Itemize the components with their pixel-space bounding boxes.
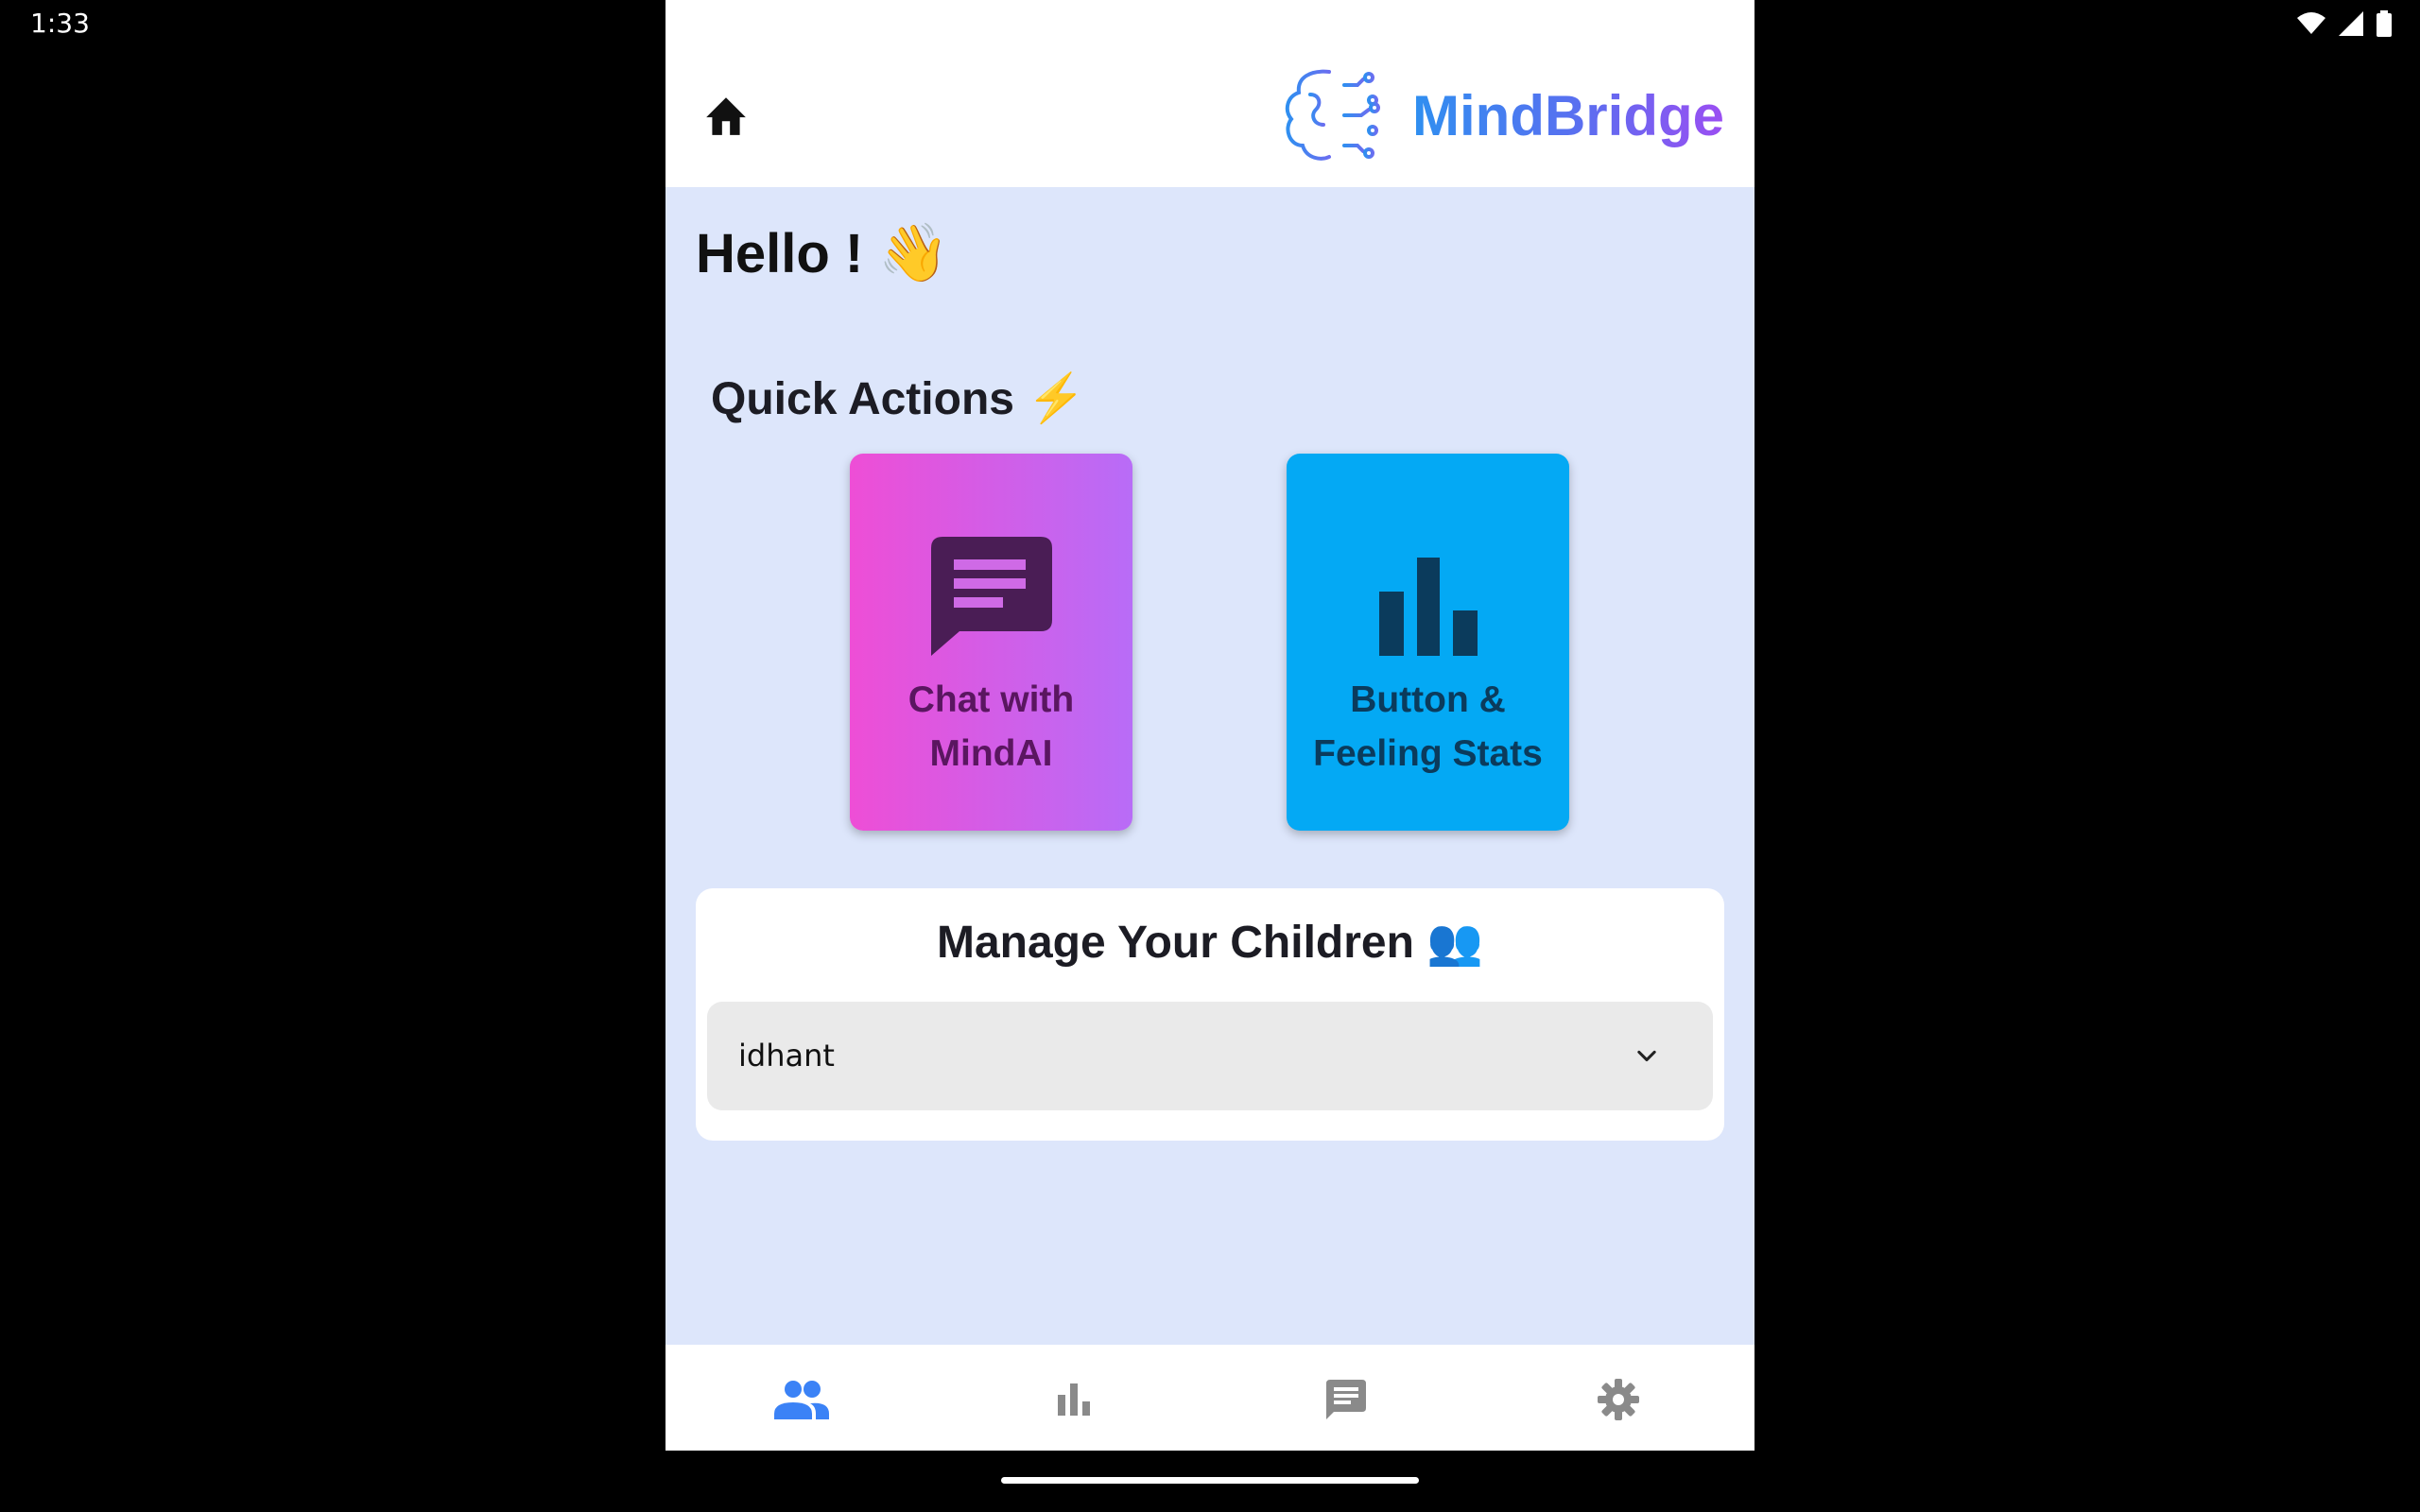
manage-children-title: Manage Your Children 👥: [696, 915, 1724, 969]
bottom-nav: [666, 1345, 1754, 1451]
signal-icon: [2339, 11, 2363, 36]
home-button[interactable]: [700, 89, 752, 142]
people-icon: [774, 1381, 829, 1419]
settings-icon: [1598, 1379, 1639, 1420]
card-icon-wrap: [1378, 527, 1478, 656]
stats-card-label: Button & Feeling Stats: [1305, 673, 1551, 781]
app-header: MindBridge: [666, 0, 1754, 187]
manage-children-panel: Manage Your Children 👥 idhant: [696, 888, 1724, 1141]
greeting-text: Hello !: [696, 223, 864, 284]
lightning-emoji: ⚡: [1027, 371, 1086, 424]
chat-with-mindai-card[interactable]: Chat with MindAI: [850, 454, 1132, 831]
nav-item-chat[interactable]: [1316, 1373, 1376, 1426]
chat-icon: [1326, 1380, 1366, 1419]
bar-chart-icon: [1058, 1383, 1090, 1416]
quick-actions-heading: Quick Actions ⚡: [711, 370, 1086, 426]
nav-item-children[interactable]: [771, 1373, 832, 1426]
battery-icon: [2377, 10, 2392, 37]
app-screen: MindBridge Hello ! 👋 Quick Actions ⚡ Cha…: [666, 0, 1754, 1451]
chat-card-label-line1: Chat with: [908, 679, 1075, 720]
bar-chart-icon: [1378, 558, 1478, 656]
brain-circuit-icon: [1285, 69, 1381, 161]
gesture-handle[interactable]: [1001, 1477, 1419, 1484]
wifi-icon: [2297, 12, 2325, 34]
status-icons: [2297, 9, 2392, 38]
stats-card-label-line1: Button &: [1350, 679, 1506, 720]
people-emoji: 👥: [1426, 918, 1484, 968]
quick-actions-title: Quick Actions: [711, 374, 1014, 424]
stats-card-label-line2: Feeling Stats: [1313, 733, 1543, 774]
nav-item-settings[interactable]: [1588, 1373, 1649, 1426]
wave-emoji: 👋: [878, 221, 950, 284]
card-icon-wrap: [930, 527, 1052, 656]
nav-item-stats[interactable]: [1044, 1373, 1104, 1426]
greeting: Hello ! 👋: [696, 219, 949, 286]
home-icon: [706, 97, 746, 135]
chat-card-label: Chat with MindAI: [869, 673, 1115, 781]
status-time: 1:33: [30, 8, 90, 39]
child-dropdown[interactable]: idhant: [707, 1002, 1713, 1110]
brand-name: MindBridge: [1412, 83, 1724, 147]
feeling-stats-card[interactable]: Button & Feeling Stats: [1287, 454, 1569, 831]
brand: MindBridge: [1282, 62, 1724, 168]
chat-icon: [930, 537, 1052, 656]
chat-card-label-line2: MindAI: [929, 733, 1053, 774]
manage-children-title-text: Manage Your Children: [936, 918, 1414, 968]
child-dropdown-value: idhant: [738, 1038, 835, 1074]
chevron-down-icon: [1637, 1050, 1656, 1062]
